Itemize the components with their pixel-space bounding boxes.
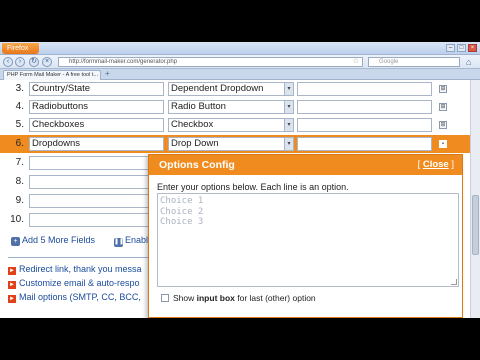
redirect-link[interactable]: ► Redirect link, thank you messa bbox=[8, 264, 142, 275]
arrow-right-icon: ► bbox=[8, 267, 16, 275]
chevron-down-icon[interactable]: ▾ bbox=[284, 138, 293, 150]
show-input-box-checkbox[interactable] bbox=[161, 294, 169, 302]
field-type-value: Dependent Dropdown bbox=[171, 83, 264, 94]
popup-close-wrapper: [ Close ] bbox=[418, 155, 454, 175]
plus-icon: + bbox=[11, 237, 20, 246]
options-icon[interactable]: ▪ bbox=[439, 140, 447, 148]
customize-email-label: Customize email & auto-respo bbox=[19, 278, 140, 288]
minimize-button[interactable]: – bbox=[446, 44, 455, 52]
browser-navbar: ‹ › ↻ × http://formmail-maker.com/genera… bbox=[0, 55, 480, 69]
browser-tab[interactable]: PHP Form Mail Maker - A free tool t... bbox=[3, 70, 101, 80]
close-window-button[interactable]: × bbox=[468, 44, 477, 52]
mail-options-label: Mail options (SMTP, CC, BCC, bbox=[19, 292, 141, 302]
close-bracket-close: ] bbox=[448, 159, 454, 170]
add-more-fields-link[interactable]: + Add 5 More Fields bbox=[11, 235, 95, 246]
options-config-popup: Options Config [ Close ] Enter your opti… bbox=[148, 154, 463, 318]
field-name-input[interactable]: Radiobuttons bbox=[29, 100, 164, 114]
field-name-input[interactable] bbox=[29, 175, 164, 189]
field-type-select[interactable]: Checkbox ▾ bbox=[168, 118, 294, 132]
field-row-5: 5. Checkboxes Checkbox ▾ ⊞ bbox=[0, 116, 470, 134]
field-type-value: Radio Button bbox=[171, 101, 226, 112]
tab-bar: PHP Form Mail Maker - A free tool t... + bbox=[0, 69, 480, 80]
options-icon[interactable]: ⊞ bbox=[439, 85, 447, 93]
chevron-down-icon[interactable]: ▾ bbox=[284, 83, 293, 95]
row-number: 3. bbox=[15, 83, 24, 94]
forward-icon[interactable]: › bbox=[15, 57, 25, 67]
resize-grip-icon[interactable] bbox=[451, 279, 457, 285]
field-name-input[interactable]: Checkboxes bbox=[29, 118, 164, 132]
checkbox-bold-text: input box bbox=[196, 293, 235, 303]
arrow-right-icon: ► bbox=[8, 295, 16, 303]
field-extra-input[interactable] bbox=[297, 100, 432, 114]
new-tab-icon[interactable]: + bbox=[105, 69, 110, 78]
row-number: 7. bbox=[15, 157, 24, 168]
field-type-select[interactable]: Drop Down ▾ bbox=[168, 137, 294, 151]
field-name-input[interactable] bbox=[29, 213, 164, 227]
url-bar[interactable]: http://formmail-maker.com/generator.php … bbox=[58, 57, 363, 67]
popup-instructions: Enter your options below. Each line is a… bbox=[157, 182, 349, 192]
row-number: 5. bbox=[15, 119, 24, 130]
row-number: 8. bbox=[15, 176, 24, 187]
options-textarea-text: Choice 1 Choice 2 Choice 3 bbox=[160, 196, 204, 227]
options-textarea[interactable]: Choice 1 Choice 2 Choice 3 bbox=[157, 193, 459, 287]
enable-link[interactable]: ❚❚Enabl bbox=[114, 235, 148, 247]
field-name-input[interactable]: Dropdowns bbox=[29, 137, 164, 151]
search-placeholder: Google bbox=[379, 59, 399, 65]
field-name-input[interactable]: Country/State bbox=[29, 82, 164, 96]
popup-title: Options Config bbox=[159, 159, 235, 171]
enable-label: Enabl bbox=[125, 235, 149, 245]
chevron-down-icon[interactable]: ▾ bbox=[284, 101, 293, 113]
customize-email-link[interactable]: ► Customize email & auto-respo bbox=[8, 278, 140, 289]
reload-icon[interactable]: ↻ bbox=[29, 57, 39, 67]
letterbox-top bbox=[0, 0, 480, 42]
arrow-right-icon: ► bbox=[8, 281, 16, 289]
field-extra-input[interactable] bbox=[297, 137, 432, 151]
divider bbox=[8, 257, 153, 258]
chevron-down-icon[interactable]: ▾ bbox=[284, 119, 293, 131]
mail-options-link[interactable]: ► Mail options (SMTP, CC, BCC, bbox=[8, 292, 141, 303]
redirect-link-label: Redirect link, thank you messa bbox=[19, 264, 142, 274]
field-name-input[interactable] bbox=[29, 194, 164, 208]
url-text: http://formmail-maker.com/generator.php bbox=[69, 59, 178, 65]
row-number: 6. bbox=[15, 138, 24, 149]
firefox-menu-button[interactable]: Firefox bbox=[2, 43, 39, 54]
browser-titlebar: Firefox – □ × bbox=[0, 42, 480, 55]
field-name-input[interactable] bbox=[29, 156, 164, 170]
field-row-6: 6. Dropdowns Drop Down ▾ ▪ bbox=[0, 135, 470, 153]
row-number: 4. bbox=[15, 101, 24, 112]
field-row-4: 4. Radiobuttons Radio Button ▾ ⊞ bbox=[0, 98, 470, 116]
stop-icon[interactable]: × bbox=[42, 57, 52, 67]
row-number: 10. bbox=[10, 214, 24, 225]
show-input-box-option[interactable]: Show input box for last (other) option bbox=[161, 293, 316, 303]
bookmark-star-icon[interactable]: ☆ bbox=[353, 58, 359, 66]
field-type-value: Drop Down bbox=[171, 138, 219, 149]
vertical-scrollbar[interactable] bbox=[470, 80, 480, 318]
row-number: 9. bbox=[15, 195, 24, 206]
search-input[interactable]: Google bbox=[368, 57, 460, 67]
options-icon[interactable]: ⊞ bbox=[439, 103, 447, 111]
back-icon[interactable]: ‹ bbox=[3, 57, 13, 67]
checkbox-prefix: Show bbox=[173, 293, 197, 303]
maximize-button[interactable]: □ bbox=[457, 44, 466, 52]
popup-header: Options Config [ Close ] bbox=[149, 155, 462, 175]
window-controls: – □ × bbox=[446, 44, 477, 52]
field-extra-input[interactable] bbox=[297, 118, 432, 132]
letterbox-bottom bbox=[0, 318, 480, 360]
home-icon[interactable]: ⌂ bbox=[466, 57, 471, 67]
field-type-select[interactable]: Dependent Dropdown ▾ bbox=[168, 82, 294, 96]
close-popup-link[interactable]: Close bbox=[423, 159, 449, 170]
checkbox-suffix: for last (other) option bbox=[234, 293, 316, 303]
options-icon[interactable]: ⊞ bbox=[439, 121, 447, 129]
field-type-select[interactable]: Radio Button ▾ bbox=[168, 100, 294, 114]
field-type-value: Checkbox bbox=[171, 119, 214, 130]
field-row-3: 3. Country/State Dependent Dropdown ▾ ⊞ bbox=[0, 80, 470, 98]
scrollbar-thumb[interactable] bbox=[472, 195, 479, 255]
pause-icon: ❚❚ bbox=[114, 238, 125, 247]
add-more-label: Add 5 More Fields bbox=[22, 235, 96, 245]
field-extra-input[interactable] bbox=[297, 82, 432, 96]
